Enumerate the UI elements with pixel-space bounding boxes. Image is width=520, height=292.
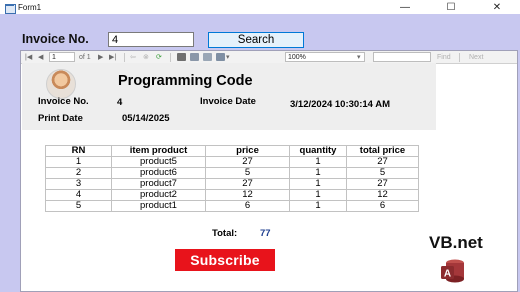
invoice-date-value: 3/12/2024 10:30:14 AM: [290, 99, 390, 110]
next-link[interactable]: Next: [469, 52, 483, 63]
zoom-select[interactable]: 100%: [285, 52, 365, 62]
page-count: of 1: [79, 54, 91, 61]
total-value: 77: [260, 228, 271, 239]
invoice-no-label: Invoice No.: [22, 32, 89, 46]
maximize-button[interactable]: ☐: [428, 0, 474, 14]
table-cell: 3: [45, 178, 112, 190]
table-cell: 6: [346, 200, 419, 212]
table-cell: 27: [205, 156, 290, 168]
table-cell: product7: [111, 178, 206, 190]
table-cell: 4: [45, 189, 112, 201]
last-page-icon[interactable]: ▶|: [109, 52, 116, 63]
table-row: 2 product6 5 1 5: [45, 167, 419, 179]
table-cell: product1: [111, 200, 206, 212]
next-page-icon[interactable]: ▶: [98, 52, 103, 63]
window-controls: — ☐ ✕: [382, 0, 520, 14]
avatar: [46, 69, 76, 99]
export-icon[interactable]: [216, 53, 225, 61]
company-name: Programming Code: [118, 73, 253, 89]
print-icon[interactable]: [177, 53, 186, 61]
find-link[interactable]: Find: [437, 52, 451, 63]
export-dropdown-icon[interactable]: ▾: [226, 52, 230, 63]
minimize-button[interactable]: —: [382, 0, 428, 14]
title-bar: Form1 — ☐ ✕: [0, 0, 520, 14]
invoice-items-table: RN item product price quantity total pri…: [45, 145, 419, 212]
table-cell: product5: [111, 156, 206, 168]
table-row: 3 product7 27 1 27: [45, 178, 419, 190]
column-header: quantity: [289, 145, 347, 157]
back-icon[interactable]: ⇦: [130, 52, 136, 63]
total-label: Total:: [212, 228, 238, 239]
column-header: price: [205, 145, 290, 157]
table-cell: 1: [289, 156, 347, 168]
table-cell: 1: [289, 178, 347, 190]
print-date-value: 05/14/2025: [122, 113, 170, 124]
table-row: 4 product2 12 1 12: [45, 189, 419, 201]
table-cell: 2: [45, 167, 112, 179]
table-cell: 6: [205, 200, 290, 212]
table-cell: 1: [289, 200, 347, 212]
table-cell: 27: [205, 178, 290, 190]
page-setup-icon[interactable]: [203, 53, 212, 61]
column-header: RN: [45, 145, 112, 157]
table-cell: 5: [45, 200, 112, 212]
find-input[interactable]: [373, 52, 431, 62]
close-button[interactable]: ✕: [474, 0, 520, 14]
access-logo-icon: A: [441, 259, 464, 283]
table-cell: product2: [111, 189, 206, 201]
zoom-dropdown-icon[interactable]: ▾: [357, 52, 361, 63]
previous-page-icon[interactable]: ◀: [38, 52, 43, 63]
report-header: Programming Code Invoice No. 4 Invoice D…: [22, 63, 436, 130]
table-cell: 5: [346, 167, 419, 179]
invoice-no-value: 4: [117, 97, 123, 108]
table-row: 1 product5 27 1 27: [45, 156, 419, 168]
table-row: 5 product1 6 1 6: [45, 200, 419, 212]
page-number-input[interactable]: 1: [49, 52, 75, 62]
table-cell: 12: [346, 189, 419, 201]
search-button[interactable]: Search: [208, 32, 304, 48]
window-title: Form1: [18, 2, 42, 12]
access-logo-letter: A: [444, 269, 451, 280]
first-page-icon[interactable]: |◀: [25, 52, 32, 63]
table-cell: product6: [111, 167, 206, 179]
table-cell: 1: [45, 156, 112, 168]
table-cell: 12: [205, 189, 290, 201]
subscribe-banner: Subscribe: [175, 249, 275, 271]
column-header: total price: [346, 145, 419, 157]
table-cell: 1: [289, 167, 347, 179]
column-header: item product: [111, 145, 206, 157]
stop-icon[interactable]: ⊗: [143, 52, 149, 63]
form-icon: [5, 3, 16, 14]
invoice-no-input[interactable]: [108, 32, 194, 47]
table-header-row: RN item product price quantity total pri…: [45, 145, 419, 157]
invoice-no-caption: Invoice No.: [38, 96, 89, 107]
vbnet-logo-text: VB.net: [429, 233, 483, 252]
table-cell: 5: [205, 167, 290, 179]
table-cell: 1: [289, 189, 347, 201]
print-layout-icon[interactable]: [190, 53, 199, 61]
invoice-date-caption: Invoice Date: [200, 96, 256, 107]
table-cell: 27: [346, 156, 419, 168]
print-date-caption: Print Date: [38, 113, 83, 124]
refresh-icon[interactable]: ⟳: [156, 52, 162, 63]
table-cell: 27: [346, 178, 419, 190]
